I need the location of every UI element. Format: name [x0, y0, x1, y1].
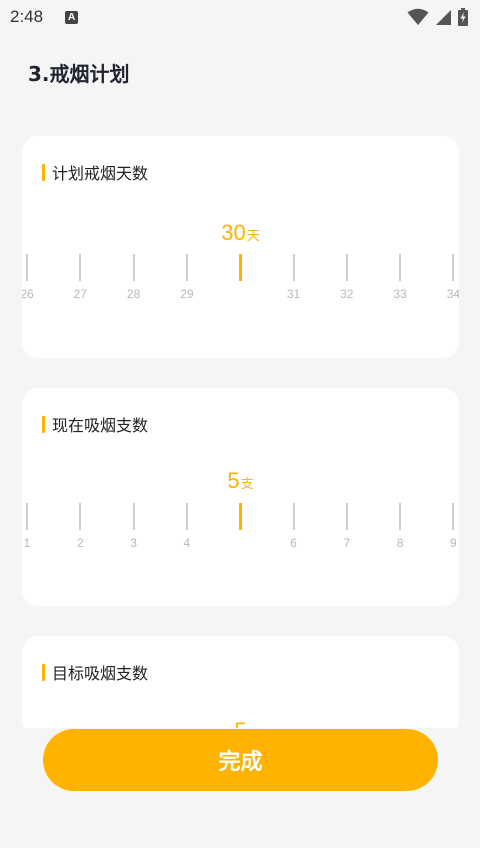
- ruler-tick: [79, 254, 82, 281]
- ruler-tick-selected: [238, 503, 242, 530]
- target-cigarettes-card: 目标吸烟支数 5: [22, 636, 459, 736]
- ruler-tick: [185, 503, 188, 530]
- ruler-tick: [345, 503, 348, 530]
- quit-days-card: 计划戒烟天数 30天 26 27 28 29 31 32 33 34: [22, 136, 459, 358]
- ruler-tick-label: 26: [22, 287, 34, 301]
- ruler-tick-label: 4: [183, 536, 191, 550]
- ruler-tick: [399, 254, 402, 281]
- ruler-tick-label: 3: [130, 536, 137, 550]
- status-icons: [407, 8, 468, 26]
- ruler-tick: [452, 503, 455, 530]
- accent-bar: [42, 663, 45, 681]
- ruler-tick: [132, 503, 135, 530]
- ruler-tick-selected: [238, 254, 242, 281]
- ruler-tick-label: 31: [286, 287, 301, 301]
- ruler-tick-label: 1: [23, 536, 31, 550]
- ruler-tick-label: 7: [343, 536, 351, 550]
- ruler-tick: [292, 503, 295, 530]
- ruler-tick: [452, 254, 455, 281]
- ruler-tick: [345, 254, 348, 281]
- battery-charging-icon: [458, 8, 468, 26]
- card-title: 目标吸烟支数: [42, 660, 148, 684]
- days-ruler-slider[interactable]: 26 27 28 29 31 32 33 34: [22, 136, 459, 358]
- status-time: 2:48: [10, 7, 44, 26]
- ruler-tick-label: 34: [446, 287, 459, 301]
- ruler-tick: [292, 254, 295, 281]
- status-bar: 2:48 A: [0, 0, 480, 34]
- notification-icon: A: [65, 10, 79, 24]
- wifi-icon: [407, 8, 429, 25]
- ruler-tick-label: 29: [180, 287, 194, 301]
- ruler-tick: [132, 254, 135, 281]
- ruler-tick: [26, 503, 28, 530]
- ruler-tick-label: 8: [396, 536, 404, 550]
- ruler-tick-label: 32: [340, 287, 354, 301]
- done-button[interactable]: 完成: [43, 729, 438, 791]
- ruler-tick: [79, 503, 82, 530]
- cell-signal-icon: [436, 9, 451, 25]
- ruler-tick: [185, 254, 188, 281]
- ruler-tick: [26, 254, 28, 281]
- ruler-tick-label: 33: [393, 287, 407, 301]
- page-title: 3.戒烟计划: [28, 62, 130, 86]
- ruler-tick: [399, 503, 402, 530]
- ruler-tick-label: 9: [450, 536, 457, 550]
- card-title-label: 目标吸烟支数: [52, 664, 149, 683]
- current-cigarettes-card: 现在吸烟支数 5支 12346789: [22, 388, 459, 606]
- ruler-tick-label: 27: [73, 287, 87, 301]
- ruler-tick-label: 28: [126, 287, 141, 301]
- ruler-tick-label: 2: [76, 536, 84, 550]
- cigarettes-ruler-slider[interactable]: 1 2 3 4 6 7 8 9: [22, 388, 459, 606]
- ruler-tick-label: 6: [290, 536, 297, 550]
